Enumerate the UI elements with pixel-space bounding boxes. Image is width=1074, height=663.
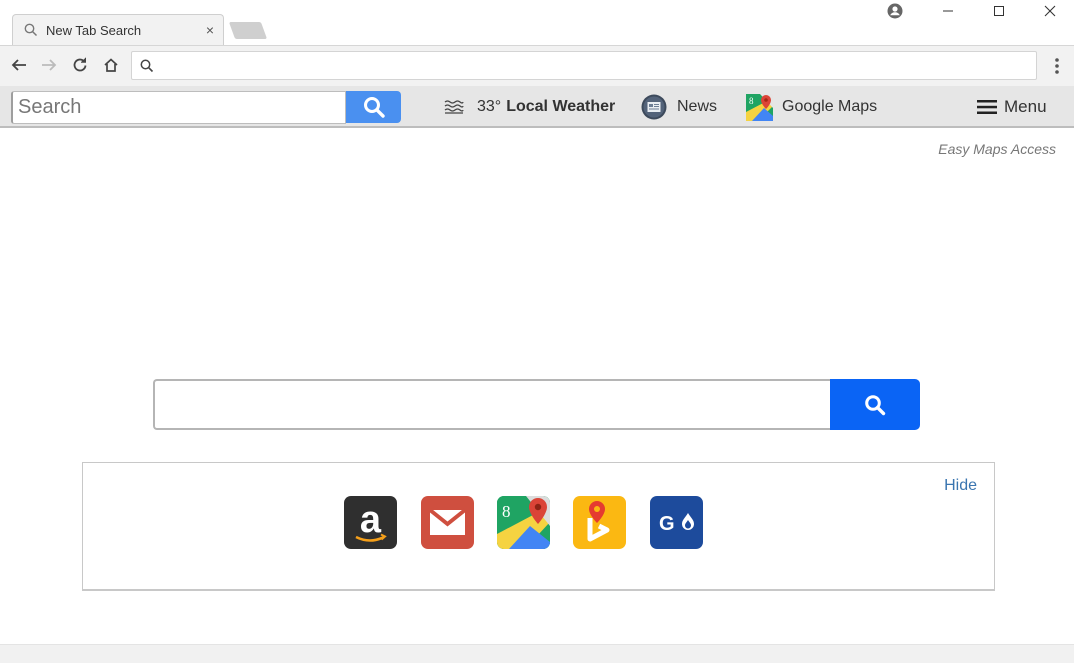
quick-link-bing-maps[interactable] [573, 496, 626, 549]
quick-link-google-maps[interactable]: 8 [497, 496, 550, 549]
close-window-button[interactable] [1026, 0, 1074, 22]
title-bar: New Tab Search × [0, 0, 1074, 46]
address-input[interactable] [160, 55, 1020, 77]
main-search-button[interactable] [830, 379, 920, 430]
forward-button[interactable] [38, 54, 60, 76]
google-maps-icon: 8 [746, 93, 773, 121]
browser-menu-button[interactable] [1049, 55, 1065, 77]
news-label: News [677, 98, 718, 115]
weather-label: Local Weather [506, 98, 616, 115]
maximize-button[interactable] [975, 0, 1023, 22]
browser-toolbar [0, 45, 1074, 86]
profile-icon [887, 3, 903, 19]
svg-text:8: 8 [749, 96, 754, 106]
back-button[interactable] [8, 54, 30, 76]
weather-link[interactable]: 33° Local Weather [444, 94, 615, 120]
home-icon [104, 58, 118, 72]
quick-links-panel: Hide a 8 G [82, 462, 995, 591]
google-maps-icon: 8 [497, 496, 550, 549]
search-icon [865, 394, 886, 415]
more-vert-icon [1055, 58, 1059, 74]
menu-label: Menu [1004, 97, 1047, 116]
minimize-icon [943, 10, 953, 12]
gmail-icon [428, 508, 467, 535]
google-maps-link[interactable]: 8 Google Maps [746, 93, 878, 121]
new-tab-button[interactable] [228, 22, 268, 39]
tab-title: New Tab Search [46, 22, 142, 38]
reload-button[interactable] [69, 54, 91, 76]
news-link[interactable]: News [641, 94, 717, 120]
extension-toolbar: 33° Local Weather News 8 Google Maps Men… [0, 86, 1074, 128]
svg-text:a: a [360, 499, 382, 541]
quick-link-gmail[interactable] [421, 496, 474, 549]
address-bar[interactable] [131, 51, 1037, 80]
svg-text:G: G [659, 513, 675, 535]
bing-maps-icon [587, 501, 610, 542]
reload-icon [73, 57, 87, 72]
forward-arrow-icon [42, 59, 57, 71]
amazon-icon: a [355, 499, 387, 542]
minimize-button[interactable] [924, 0, 972, 22]
quick-link-amazon[interactable]: a [344, 496, 397, 549]
search-icon [363, 97, 385, 118]
search-icon [140, 59, 154, 73]
tagline: Easy Maps Access [938, 141, 1056, 157]
weather-fog-icon [444, 100, 464, 114]
weather-temperature: 33° [477, 98, 502, 115]
search-icon [24, 23, 38, 37]
back-arrow-icon [11, 59, 26, 71]
tab-close-button[interactable]: × [200, 22, 220, 38]
close-icon [1044, 5, 1056, 17]
svg-text:8: 8 [502, 502, 511, 521]
quick-link-gasbuddy[interactable]: G [650, 496, 703, 549]
menu-button[interactable]: Menu [977, 94, 1047, 120]
bottom-bar [0, 644, 1074, 663]
tab-content[interactable]: New Tab Search × [20, 14, 220, 46]
profile-button[interactable] [871, 0, 919, 22]
news-icon [641, 94, 667, 120]
main-search-input[interactable] [153, 379, 831, 430]
toolbar-search-input[interactable] [11, 91, 346, 124]
toolbar-search-button[interactable] [346, 91, 401, 123]
hamburger-icon [977, 100, 997, 114]
gasbuddy-icon: G [659, 513, 694, 535]
google-maps-label: Google Maps [782, 98, 878, 115]
hide-link[interactable]: Hide [944, 477, 977, 495]
home-button[interactable] [100, 54, 122, 76]
maximize-icon [994, 6, 1004, 16]
